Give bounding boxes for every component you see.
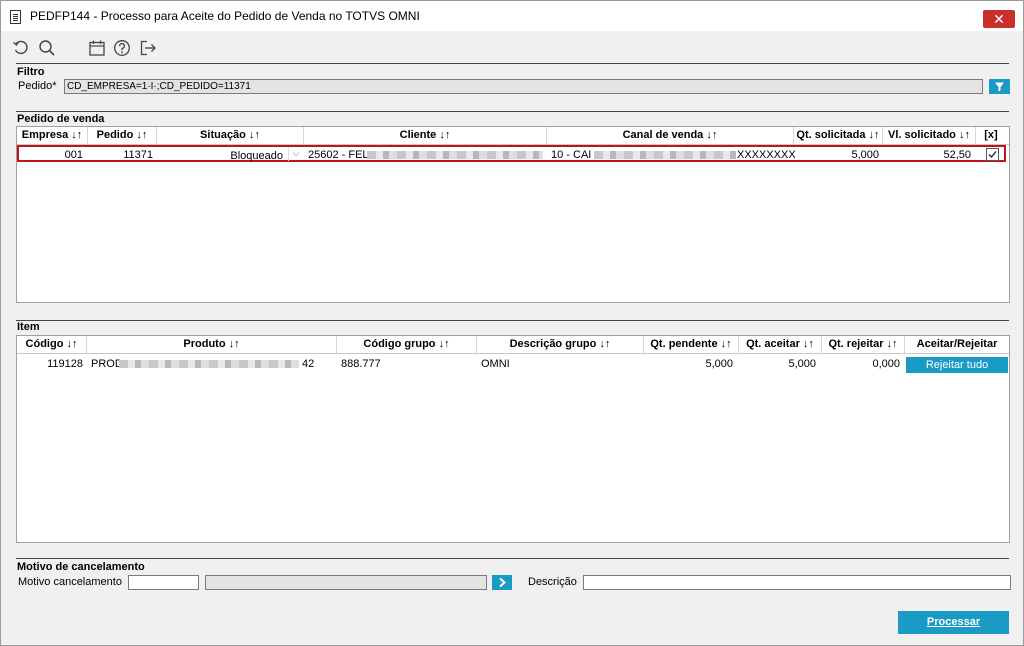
item-divider: [16, 320, 1009, 321]
cell-cliente: 25602 - FEL: [308, 149, 368, 161]
col-vl-solicitado[interactable]: Vl. solicitado ↓↑: [883, 127, 976, 144]
col-situacao[interactable]: Situação ↓↑: [157, 127, 304, 144]
col-canal-venda[interactable]: Canal de venda ↓↑: [547, 127, 794, 144]
pedido-filter-input[interactable]: CD_EMPRESA=1·I·;CD_PEDIDO=11371: [64, 79, 983, 94]
motivo-lookup-button[interactable]: [492, 575, 512, 590]
descricao-input[interactable]: [583, 575, 1011, 590]
calendar-icon[interactable]: [88, 39, 106, 57]
pedido-venda-header: Empresa ↓↑ Pedido ↓↑ Situação ↓↑ Cliente…: [17, 127, 1009, 145]
pedido-venda-title: Pedido de venda: [17, 113, 105, 125]
pedido-venda-grid: Empresa ↓↑ Pedido ↓↑ Situação ↓↑ Cliente…: [16, 126, 1010, 303]
cell-qt-rejeitar: 0,000: [872, 358, 900, 370]
close-button[interactable]: ✕: [983, 10, 1015, 28]
search-icon[interactable]: [38, 39, 56, 57]
filtro-title: Filtro: [17, 66, 45, 78]
cell-descricao-grupo: OMNI: [481, 358, 510, 370]
title-bar: PEDFP144 - Processo para Aceite do Pedid…: [1, 1, 1023, 31]
pedido-venda-divider: [16, 111, 1009, 112]
motivo-divider: [16, 558, 1009, 559]
col-cliente[interactable]: Cliente ↓↑: [304, 127, 547, 144]
col-aceitar-rejeitar[interactable]: Aceitar/Rejeitar: [905, 336, 1009, 353]
motivo-description-field: [205, 575, 487, 590]
undo-icon[interactable]: [12, 39, 30, 57]
redacted-canal: [594, 151, 736, 159]
col-pedido[interactable]: Pedido ↓↑: [88, 127, 157, 144]
descricao-label: Descrição: [528, 576, 577, 588]
redacted-produto: [119, 360, 299, 368]
motivo-label: Motivo cancelamento: [18, 576, 122, 588]
col-codigo[interactable]: Código ↓↑: [17, 336, 87, 353]
col-qt-rejeitar[interactable]: Qt. rejeitar ↓↑: [822, 336, 905, 353]
redacted-cliente: [367, 151, 543, 159]
checkmark-icon: [988, 151, 997, 158]
cell-produto-tail: 42: [302, 358, 315, 370]
cell-canal-tail: XXXXXXXX: [737, 149, 795, 161]
cell-codigo-grupo: 888.777: [341, 358, 381, 370]
cell-pedido: 11371: [123, 149, 153, 161]
col-qt-solicitada[interactable]: Qt. solicitada ↓↑: [794, 127, 883, 144]
chevron-down-icon[interactable]: ⌵: [288, 147, 303, 161]
cell-codigo: 119128: [47, 358, 83, 370]
table-row[interactable]: 119128 PROD 42 888.777 OMNI 5,000 5,000 …: [17, 356, 1009, 374]
row-checkbox[interactable]: [986, 148, 999, 161]
window-title: PEDFP144 - Processo para Aceite do Pedid…: [30, 9, 420, 23]
rejeitar-tudo-button[interactable]: Rejeitar tudo: [906, 357, 1008, 373]
item-header: Código ↓↑ Produto ↓↑ Código grupo ↓↑ Des…: [17, 336, 1009, 354]
filter-icon: [995, 82, 1004, 92]
filter-button[interactable]: [989, 79, 1010, 94]
processar-button[interactable]: Processar: [898, 611, 1009, 634]
main-window: PEDFP144 - Processo para Aceite do Pedid…: [0, 0, 1024, 646]
chevron-right-icon: [499, 577, 507, 588]
help-icon[interactable]: [113, 39, 131, 57]
col-qt-pendente[interactable]: Qt. pendente ↓↑: [644, 336, 739, 353]
col-descricao-grupo[interactable]: Descrição grupo ↓↑: [477, 336, 644, 353]
motivo-code-input[interactable]: [128, 575, 199, 590]
col-select[interactable]: [x]: [976, 127, 1006, 144]
cell-vl-solicitado: 52,50: [943, 149, 971, 161]
col-produto[interactable]: Produto ↓↑: [87, 336, 337, 353]
pedido-label: Pedido*: [18, 80, 57, 92]
cell-qt-solicitada: 5,000: [851, 149, 879, 161]
filtro-divider: [16, 63, 1009, 64]
motivo-title: Motivo de cancelamento: [17, 561, 145, 573]
document-icon: [10, 10, 21, 24]
table-row-selected[interactable]: 001 11371 Bloqueado ⌵ 25602 - FEL 10 - C…: [17, 145, 1006, 162]
col-qt-aceitar[interactable]: Qt. aceitar ↓↑: [739, 336, 822, 353]
col-codigo-grupo[interactable]: Código grupo ↓↑: [337, 336, 477, 353]
item-grid: Código ↓↑ Produto ↓↑ Código grupo ↓↑ Des…: [16, 335, 1010, 543]
col-empresa[interactable]: Empresa ↓↑: [17, 127, 88, 144]
item-title: Item: [17, 321, 40, 333]
cell-qt-pendente: 5,000: [705, 358, 733, 370]
cell-situacao: Bloqueado: [230, 150, 283, 162]
exit-icon[interactable]: [139, 39, 157, 57]
cell-qt-aceitar: 5,000: [788, 358, 816, 370]
cell-empresa: 001: [64, 149, 83, 161]
